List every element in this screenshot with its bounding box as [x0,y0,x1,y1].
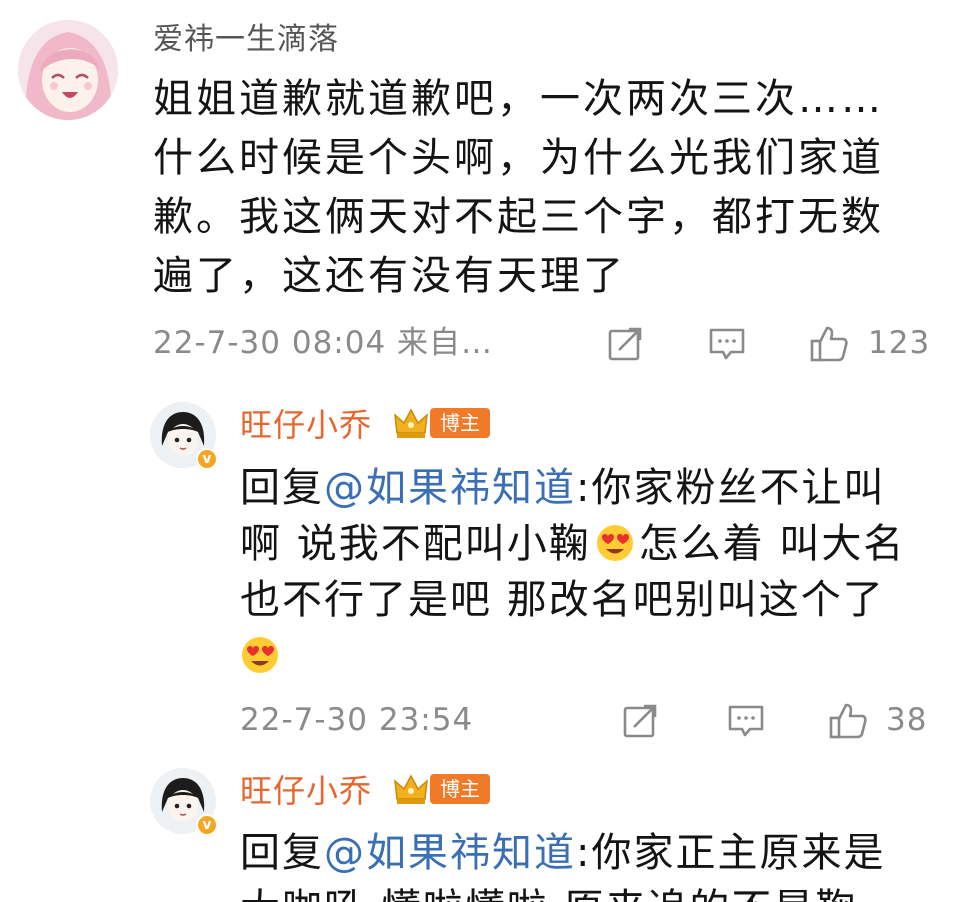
reply-meta-row: 22-7-30 23:54 38 [240,699,940,741]
share-icon[interactable] [605,324,645,364]
like-count: 38 [886,702,928,738]
anime-girl-avatar-image [18,20,118,120]
comment-text-line: 什么时候是个头啊，为什么光我们家道 [153,135,884,181]
reply-text-line: 大咖吼 懂啦懂啦 原来追的不是鞠 [240,881,940,902]
mention-link[interactable]: @如果祎知道 [324,465,576,511]
avatar[interactable]: v [150,402,218,470]
mention-link[interactable]: @如果祎知道 [324,830,576,876]
share-icon[interactable] [620,701,660,741]
reply-text-line: 啊 说我不配叫小鞠 怎么着 叫大名 [240,516,940,572]
reply-text-line: 回复@如果祎知道:你家粉丝不让叫 [240,460,940,516]
reply-text-segment: :你家粉丝不让叫 [576,465,886,511]
reply-username[interactable]: 旺仔小乔 [240,770,372,812]
blogger-tag: 博主 [430,774,490,804]
heart-eyes-emoji [596,525,633,561]
reply-text-line: 回复@如果祎知道:你家正主原来是 [240,825,940,881]
reply-text-line [240,628,940,684]
comment-text: 姐姐道歉就道歉吧，一次两次三次…… 什么时候是个头啊，为什么光我们家道 歉。我这… [153,70,943,306]
comment-text-line: 姐姐道歉就道歉吧，一次两次三次…… [153,76,884,122]
crown-badge-icon [394,408,428,438]
comment-icon[interactable] [726,701,766,741]
reply-text-line: 也不行了是吧 那改名吧别叫这个了 [240,577,885,623]
reply-text-segment: :你家正主原来是 [576,830,886,876]
weibo-comment-thread: 爱祎一生滴落 姐姐道歉就道歉吧，一次两次三次…… 什么时候是个头啊，为什么光我们… [0,0,960,902]
reply-text: 回复@如果祎知道:你家粉丝不让叫 啊 说我不配叫小鞠 怎么着 叫大名 也不行了是… [240,460,940,684]
reply-text-segment: 啊 说我不配叫小鞠 [240,521,591,567]
like-count: 123 [868,325,931,361]
comment-icon[interactable] [707,324,747,364]
reply-text: 回复@如果祎知道:你家正主原来是 大咖吼 懂啦懂啦 原来追的不是鞠 [240,825,940,902]
verified-v-icon: v [196,814,218,836]
comment-text-line: 遍了，这还有没有天理了 [153,253,626,299]
reply-prefix: 回复 [240,830,324,876]
reply-prefix: 回复 [240,465,324,511]
comment-text-line: 歉。我这俩天对不起三个字，都打无数 [153,194,884,240]
crown-badge-icon [394,774,428,804]
thumbs-up-icon[interactable] [809,324,849,364]
verified-v-icon: v [196,448,218,470]
comment-username[interactable]: 爱祎一生滴落 [153,20,339,60]
comment-timestamp: 22-7-30 08:04 来自… [153,325,494,361]
heart-eyes-emoji [242,637,278,673]
comment-meta-row: 22-7-30 08:04 来自… 123 [153,322,943,364]
reply-timestamp: 22-7-30 23:54 [240,702,474,738]
thumbs-up-icon[interactable] [828,701,868,741]
reply-username[interactable]: 旺仔小乔 [240,404,372,446]
avatar[interactable] [18,20,118,120]
blogger-tag: 博主 [430,408,490,438]
avatar[interactable]: v [150,768,218,836]
reply-text-segment: 怎么着 叫大名 [638,521,906,567]
